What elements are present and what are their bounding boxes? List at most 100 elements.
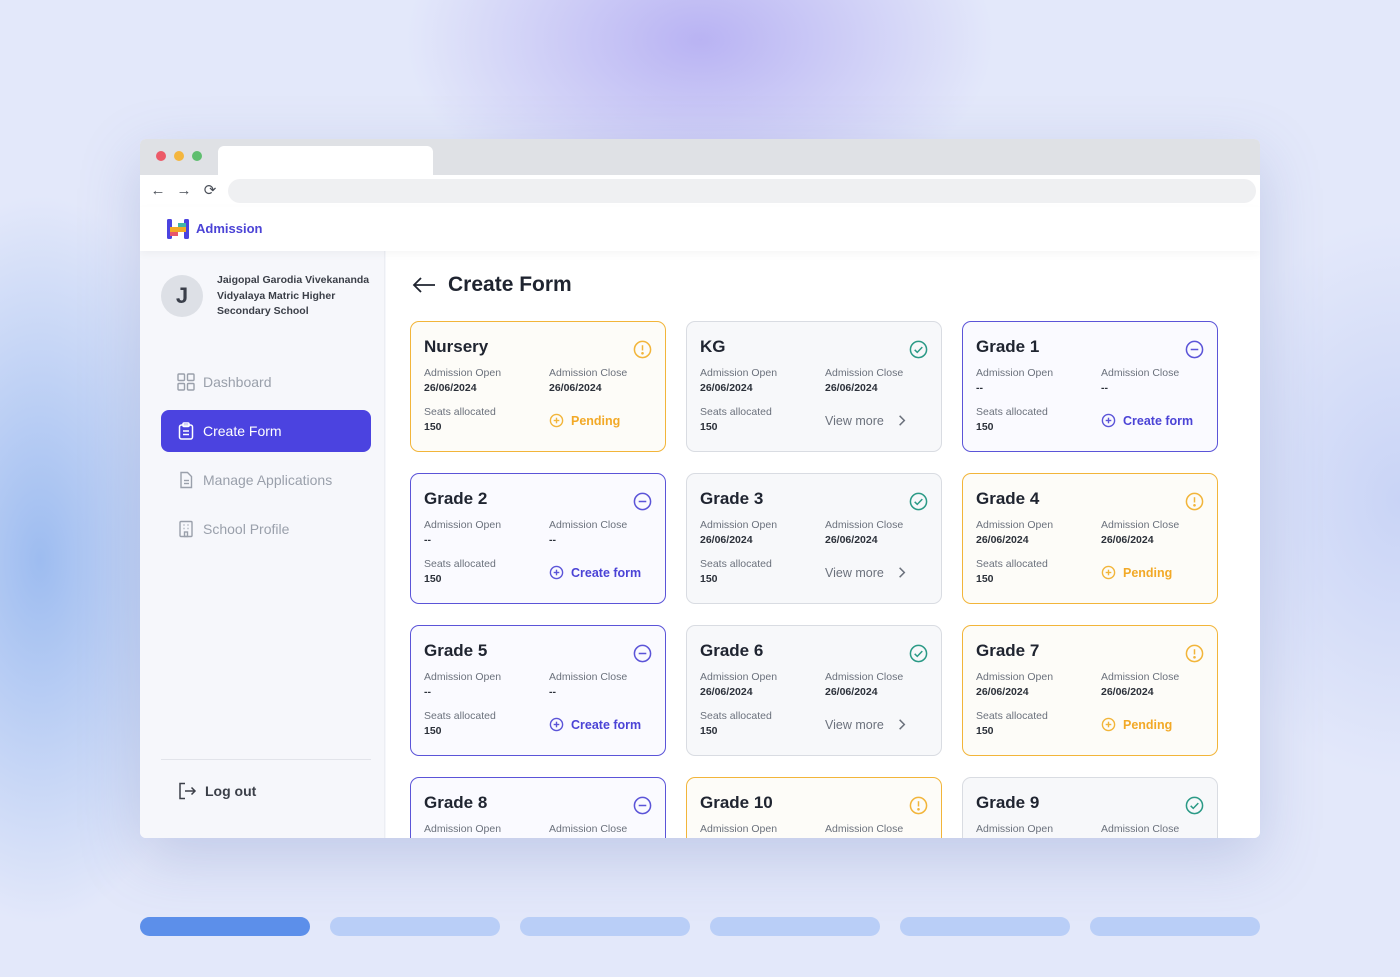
card-action-label: View more bbox=[825, 717, 884, 732]
minus-circle-icon bbox=[633, 492, 652, 511]
admission-close-label: Admission Close bbox=[1101, 671, 1180, 683]
grade-card[interactable]: KG Admission Open Admission Close 26/06/202… bbox=[686, 321, 942, 452]
grade-card[interactable]: Nursery Admission Open Admission Close 26/0… bbox=[410, 321, 666, 452]
card-action-label: View more bbox=[825, 565, 884, 580]
admission-close-label: Admission Close bbox=[825, 367, 904, 379]
app-brand[interactable]: Admission bbox=[196, 221, 262, 236]
sidebar-item-label: School Profile bbox=[203, 521, 290, 537]
pager-dot-3[interactable] bbox=[520, 917, 690, 936]
seats-label: Seats allocated bbox=[976, 558, 1048, 570]
grade-card[interactable]: Grade 6 Admission Open Admission Close 26/0… bbox=[686, 625, 942, 756]
admission-open-label: Admission Open bbox=[976, 367, 1054, 379]
browser-tab-bar bbox=[140, 139, 1260, 175]
admission-open-label: Admission Open bbox=[424, 671, 502, 683]
admission-open-label: Admission Open bbox=[424, 823, 502, 835]
card-action-label: Create form bbox=[1123, 413, 1194, 428]
seats-label: Seats allocated bbox=[424, 558, 496, 570]
admission-close-label: Admission Close bbox=[549, 367, 628, 379]
main-content: Create Form Nursery Admission Open Admissi… bbox=[386, 251, 1260, 838]
grade-card[interactable]: Grade 9 Admission Open Admission Close bbox=[962, 777, 1218, 838]
chevron-right-icon bbox=[894, 413, 909, 428]
grade-card[interactable]: Grade 10 Admission Open Admission Close bbox=[686, 777, 942, 838]
grade-title: Grade 10 bbox=[700, 793, 773, 812]
minimize-window-dot[interactable] bbox=[174, 151, 184, 161]
app-header: Admission bbox=[140, 207, 1260, 251]
admission-open-label: Admission Open bbox=[700, 519, 778, 531]
card-action-button[interactable]: Create form bbox=[549, 565, 641, 580]
seats-label: Seats allocated bbox=[976, 406, 1048, 418]
pager-dot-2[interactable] bbox=[330, 917, 500, 936]
seats-label: Seats allocated bbox=[424, 406, 496, 418]
reload-icon[interactable]: ⟳ bbox=[200, 181, 220, 201]
browser-tab[interactable] bbox=[218, 146, 433, 175]
sidebar-item-manage-applications[interactable]: Manage Applications bbox=[161, 459, 371, 501]
seats-value: 150 bbox=[700, 421, 718, 433]
sidebar-item-label: Dashboard bbox=[203, 374, 272, 390]
grade-card[interactable]: Grade 7 Admission Open Admission Close 26/0… bbox=[962, 625, 1218, 756]
admission-close-value: -- bbox=[1101, 382, 1108, 394]
alert-circle-icon bbox=[909, 796, 928, 815]
pager-dot-1[interactable] bbox=[140, 917, 310, 936]
grade-card[interactable]: Grade 1 Admission Open Admission Close -- --… bbox=[962, 321, 1218, 452]
page-header: Create Form bbox=[412, 273, 572, 297]
check-circle-icon bbox=[909, 492, 928, 511]
grade-card[interactable]: Grade 3 Admission Open Admission Close 26/0… bbox=[686, 473, 942, 604]
admission-close-label: Admission Close bbox=[1101, 367, 1180, 379]
sidebar-item-label: Manage Applications bbox=[203, 472, 333, 488]
maximize-window-dot[interactable] bbox=[192, 151, 202, 161]
grade-title: Grade 1 bbox=[976, 337, 1040, 356]
card-action-button[interactable]: Create form bbox=[1101, 413, 1193, 428]
grade-card[interactable]: Grade 8 Admission Open Admission Close bbox=[410, 777, 666, 838]
card-action-button[interactable]: Pending bbox=[549, 413, 620, 428]
admission-open-label: Admission Open bbox=[700, 367, 778, 379]
chevron-right-icon bbox=[894, 717, 909, 732]
admission-open-value: 26/06/2024 bbox=[700, 534, 753, 546]
logout-label: Log out bbox=[205, 783, 257, 799]
seats-value: 150 bbox=[976, 421, 994, 433]
card-action-button[interactable]: View more bbox=[825, 717, 909, 732]
card-action-button[interactable]: View more bbox=[825, 413, 909, 428]
grade-card[interactable]: Grade 5 Admission Open Admission Close -- --… bbox=[410, 625, 666, 756]
card-action-button[interactable]: Create form bbox=[549, 717, 641, 732]
seats-label: Seats allocated bbox=[976, 710, 1048, 722]
card-action-label: View more bbox=[825, 413, 884, 428]
pager-dot-5[interactable] bbox=[900, 917, 1070, 936]
pager-dot-4[interactable] bbox=[710, 917, 880, 936]
admission-open-label: Admission Open bbox=[424, 519, 502, 531]
close-window-dot[interactable] bbox=[156, 151, 166, 161]
grade-title: Grade 5 bbox=[424, 641, 488, 660]
chevron-right-icon bbox=[894, 565, 909, 580]
card-action-label: Pending bbox=[1123, 565, 1173, 580]
back-nav-icon[interactable]: ← bbox=[148, 181, 168, 201]
sidebar-item-school-profile[interactable]: School Profile bbox=[161, 508, 371, 550]
admission-close-label: Admission Close bbox=[825, 671, 904, 683]
logo-icon bbox=[167, 219, 189, 239]
admission-close-value: 26/06/2024 bbox=[1101, 534, 1154, 546]
admission-open-value: 26/06/2024 bbox=[976, 534, 1029, 546]
card-action-button[interactable]: Pending bbox=[1101, 717, 1172, 732]
sidebar-item-create-form[interactable]: Create Form bbox=[161, 410, 371, 452]
grade-title: Grade 4 bbox=[976, 489, 1040, 508]
grade-title: Grade 7 bbox=[976, 641, 1040, 660]
grade-title: Grade 3 bbox=[700, 489, 764, 508]
grade-card[interactable]: Grade 2 Admission Open Admission Close -- --… bbox=[410, 473, 666, 604]
page-title: Create Form bbox=[448, 273, 572, 296]
admission-open-label: Admission Open bbox=[700, 823, 778, 835]
card-action-button[interactable]: View more bbox=[825, 565, 909, 580]
card-action-button[interactable]: Pending bbox=[1101, 565, 1172, 580]
forward-nav-icon[interactable]: → bbox=[174, 181, 194, 201]
logout-button[interactable]: Log out bbox=[177, 782, 256, 800]
pager-dot-6[interactable] bbox=[1090, 917, 1260, 936]
url-input[interactable] bbox=[228, 179, 1256, 203]
admission-open-value: 26/06/2024 bbox=[700, 382, 753, 394]
alert-circle-icon bbox=[1185, 644, 1204, 663]
sidebar-item-dashboard[interactable]: Dashboard bbox=[161, 361, 371, 403]
plus-circle-icon bbox=[1101, 565, 1116, 580]
grade-card[interactable]: Grade 4 Admission Open Admission Close 26/0… bbox=[962, 473, 1218, 604]
seats-label: Seats allocated bbox=[424, 710, 496, 722]
grade-title: Grade 9 bbox=[976, 793, 1040, 812]
admission-close-label: Admission Close bbox=[1101, 823, 1180, 835]
card-action-label: Create form bbox=[571, 565, 642, 580]
back-arrow-icon[interactable] bbox=[412, 276, 436, 294]
grade-title: Grade 6 bbox=[700, 641, 764, 660]
